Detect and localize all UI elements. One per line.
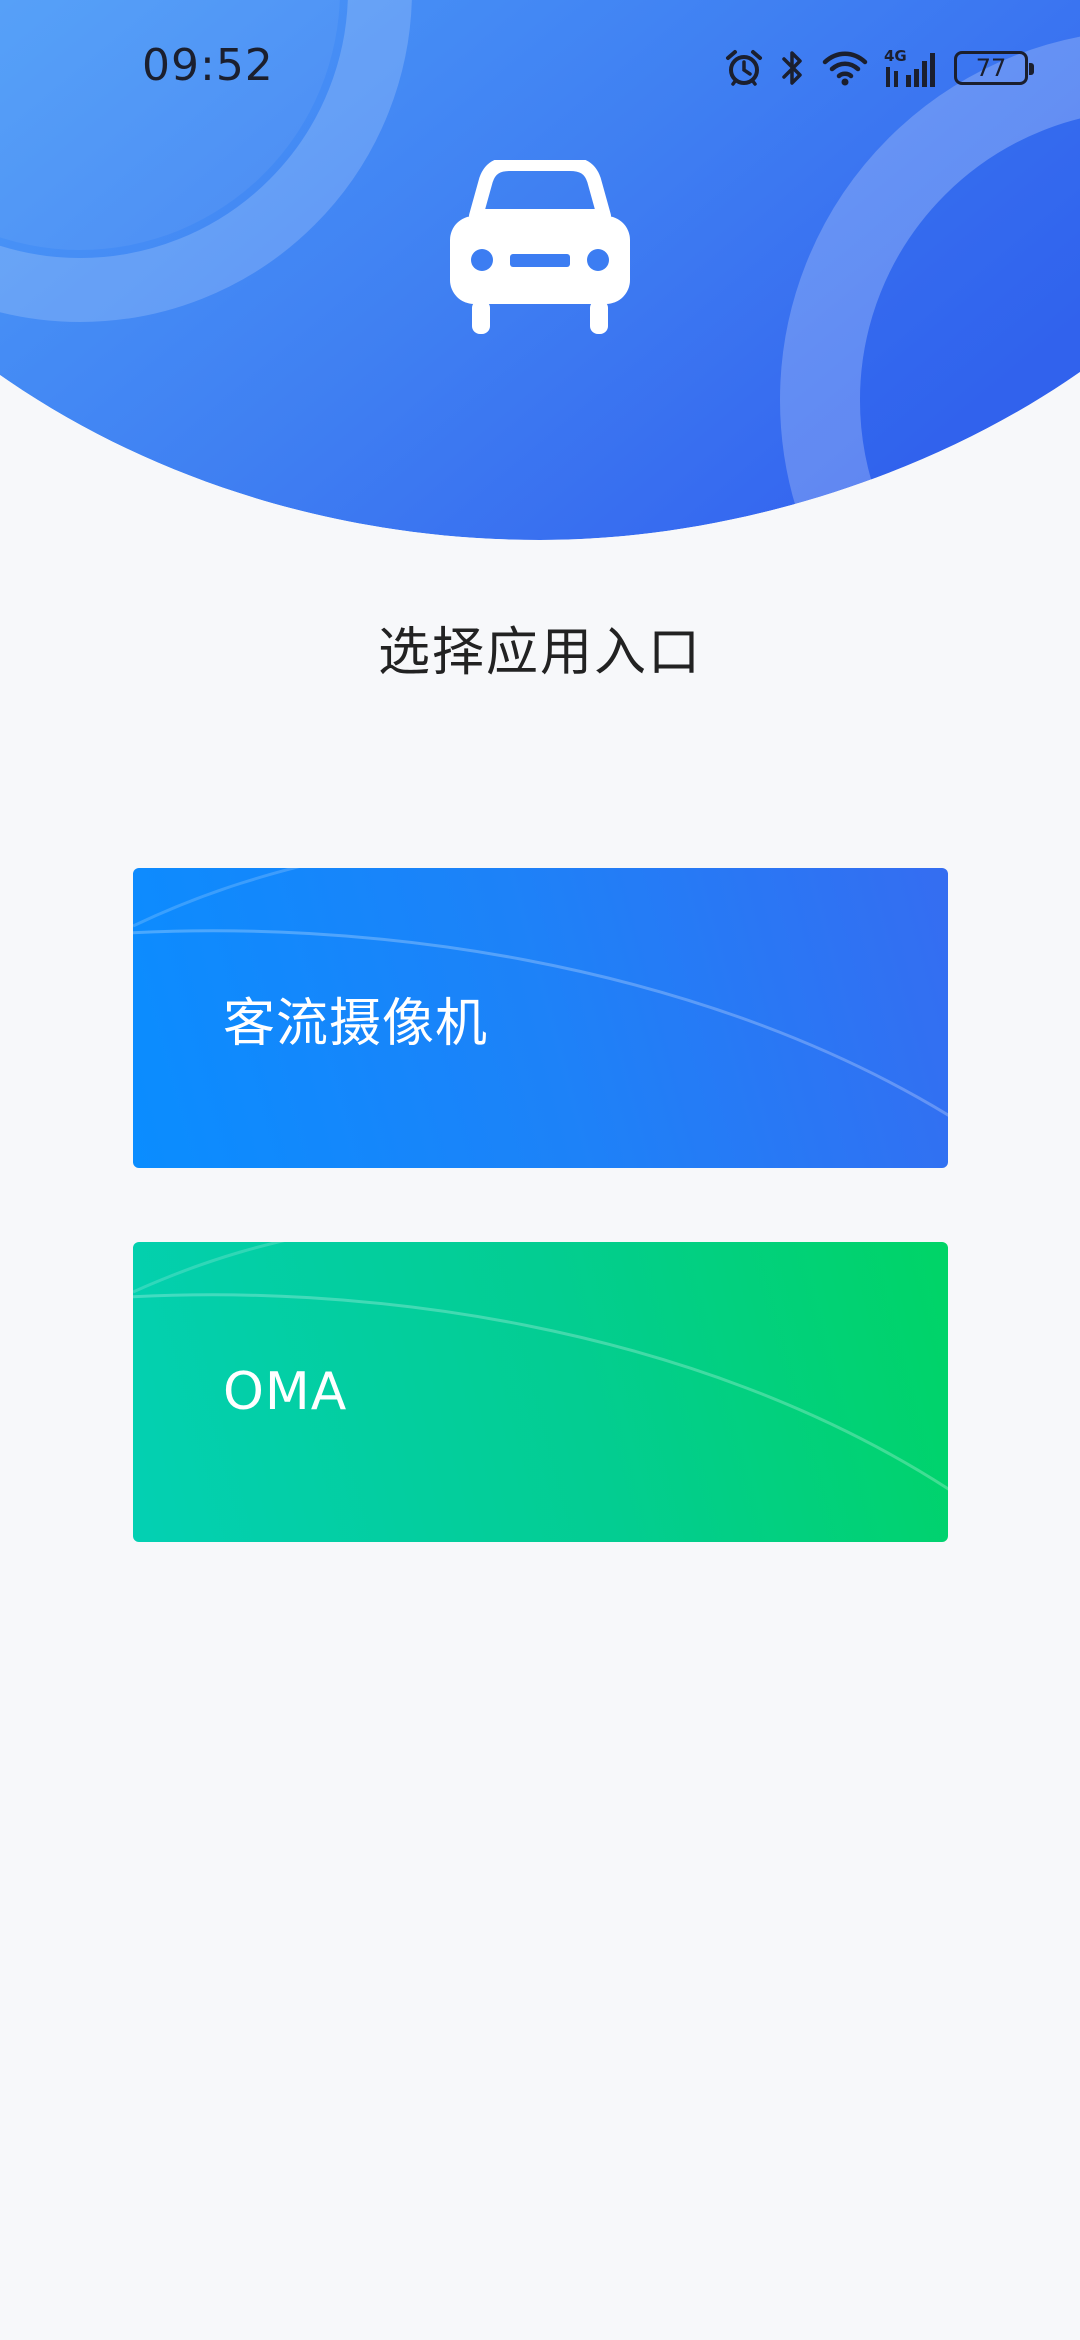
entry-label: OMA xyxy=(223,1362,348,1422)
entry-button-passenger-flow-camera[interactable]: 客流摄像机 xyxy=(133,868,948,1168)
status-bar: 09:52 4G 77 xyxy=(0,0,1080,140)
alarm-icon xyxy=(724,48,764,88)
network-type-label: 4G xyxy=(884,47,907,65)
page-title: 选择应用入口 xyxy=(377,623,702,683)
status-time: 09:52 xyxy=(142,40,274,91)
battery-icon: 77 xyxy=(954,51,1034,85)
signal-4g-icon: 4G xyxy=(884,47,938,89)
entry-label: 客流摄像机 xyxy=(223,993,489,1054)
wifi-icon xyxy=(822,48,868,88)
header-banner: 09:52 4G 77 xyxy=(0,0,1080,560)
bluetooth-icon xyxy=(780,48,806,88)
car-icon xyxy=(450,160,630,334)
entry-button-oma[interactable]: OMA xyxy=(133,1242,948,1542)
battery-level: 77 xyxy=(975,54,1007,82)
status-icons: 4G 77 xyxy=(724,44,1034,92)
